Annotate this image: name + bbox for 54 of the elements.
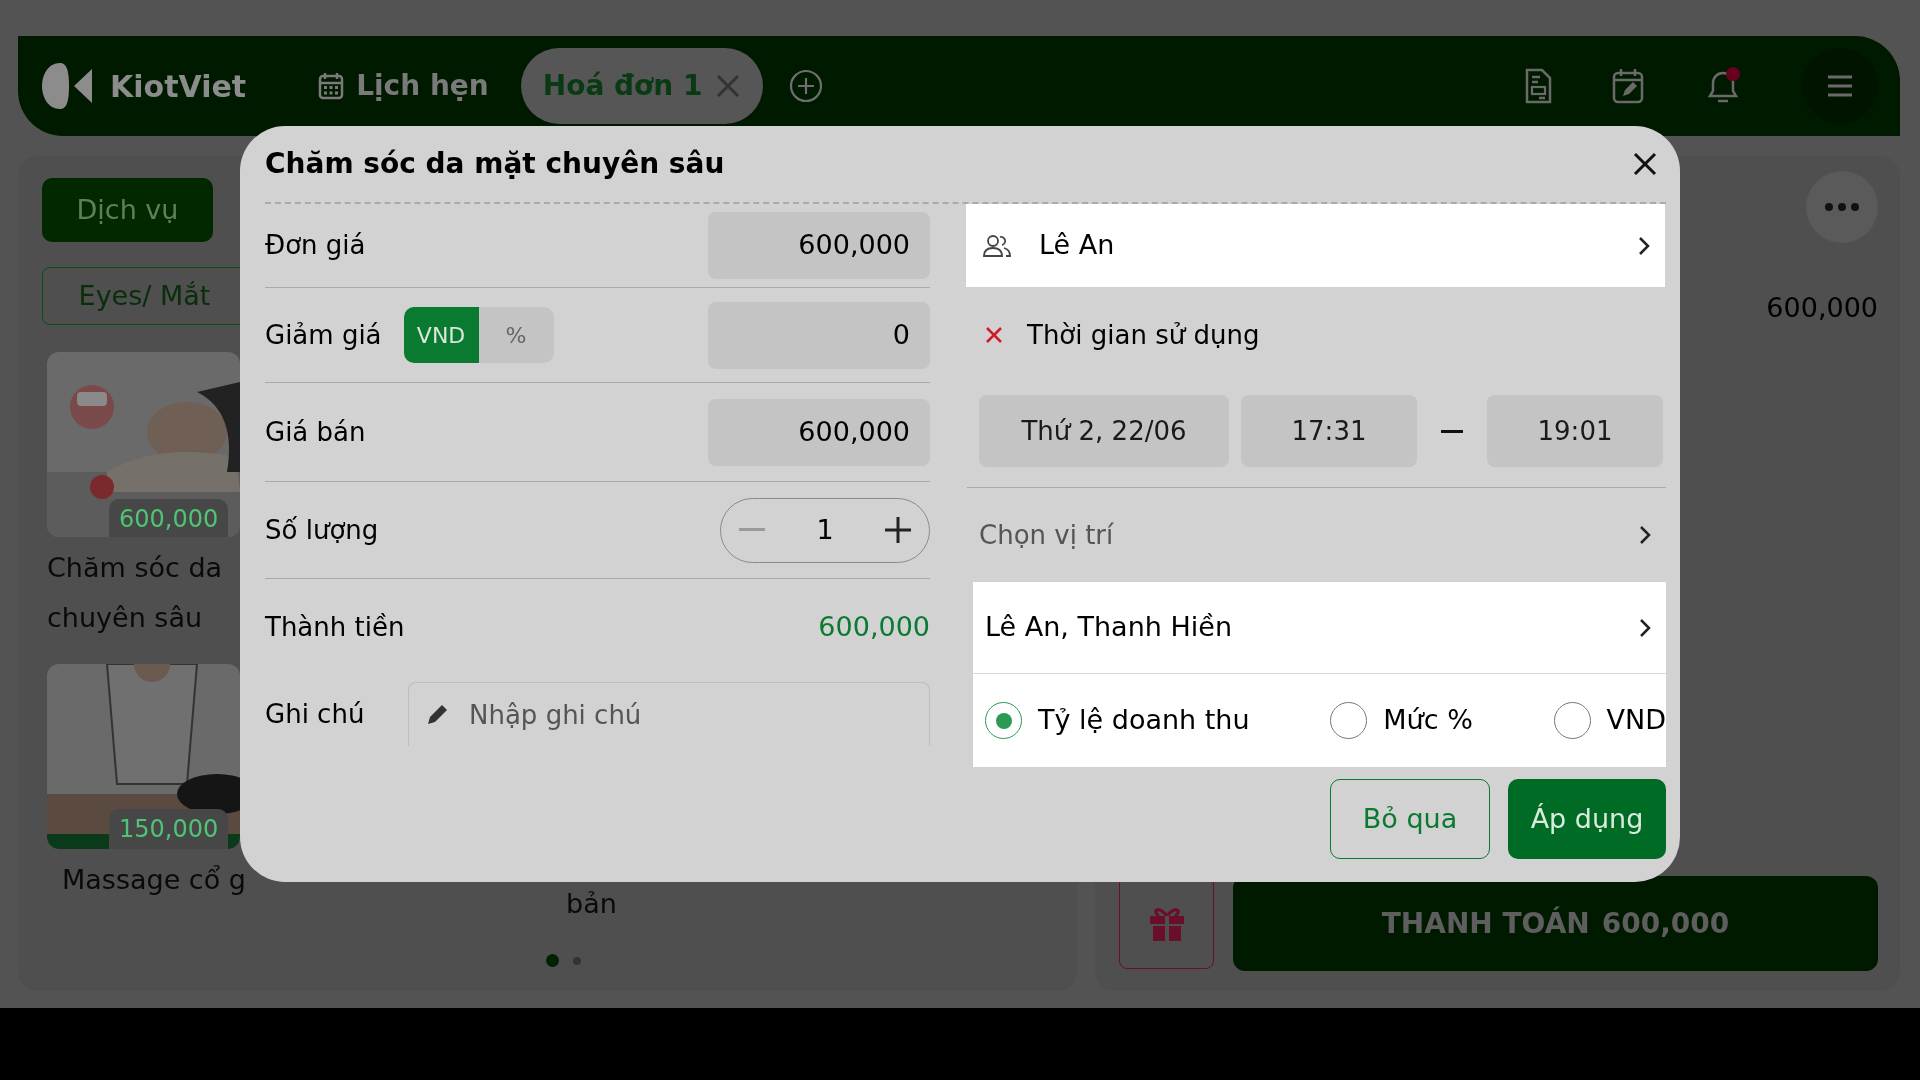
radio-label: Tỷ lệ doanh thu — [1038, 703, 1250, 738]
apply-button[interactable]: Áp dụng — [1508, 779, 1666, 859]
logo-icon — [40, 61, 94, 111]
order-total: 600,000 — [1766, 291, 1878, 325]
unit-toggle[interactable]: % — [478, 307, 554, 363]
category-tab[interactable]: Dịch vụ — [42, 178, 213, 242]
calendar-edit-icon[interactable] — [1612, 68, 1644, 104]
product-name: chuyên sâu — [47, 601, 204, 635]
total-amount: 600,000 — [818, 610, 930, 645]
logo-text: KiotViet — [110, 67, 247, 106]
field-label: Số lượng — [265, 513, 379, 547]
page-dot[interactable] — [573, 956, 581, 965]
more-icon[interactable] — [1825, 203, 1859, 211]
field-label: Ghi chú — [265, 697, 365, 731]
page-dot[interactable] — [546, 954, 559, 967]
customer-row[interactable]: Lê An — [966, 204, 1665, 287]
field-label: Thành tiền — [265, 611, 405, 644]
add-tab-icon[interactable] — [788, 69, 823, 103]
dash-line — [1441, 429, 1463, 433]
product-name: bản — [566, 887, 617, 921]
header-tab[interactable]: Lịch hẹn — [296, 48, 511, 124]
chevron-right-icon — [1638, 616, 1652, 639]
radio-label: Mức % — [1383, 703, 1473, 738]
plus-icon[interactable] — [885, 517, 911, 543]
calendar-icon — [318, 72, 345, 100]
quantity-value: 1 — [816, 512, 834, 547]
radio-label: VND — [1606, 703, 1666, 738]
staff-select[interactable]: Lê An, Thanh Hiền — [973, 582, 1666, 674]
time-field[interactable]: 19:01 — [1487, 395, 1663, 467]
product-name: Chăm sóc da — [47, 551, 224, 585]
field-label: Giảm giá — [265, 318, 382, 352]
cancel-button[interactable]: Bỏ qua — [1330, 779, 1490, 859]
price-field[interactable]: 600,000 — [708, 212, 930, 279]
discount-field[interactable]: 0 — [708, 301, 930, 369]
note-field[interactable]: Nhập ghi chú — [408, 682, 930, 746]
close-icon[interactable] — [1632, 151, 1658, 177]
chevron-right-icon — [1637, 234, 1651, 257]
dialog-title: Chăm sóc da mặt chuyên sâu — [265, 147, 725, 181]
location-select[interactable]: Chọn vị trí — [967, 488, 1666, 582]
price-field[interactable]: 600,000 — [708, 398, 930, 466]
chevron-right-icon — [1638, 524, 1652, 546]
field-label: Giá bán — [265, 415, 366, 449]
price-tag: 600,000 — [109, 499, 229, 537]
checkout-button[interactable]: THANH TOÁN 600,000 — [1233, 876, 1878, 971]
price-tag: 150,000 — [109, 809, 229, 849]
people-icon — [983, 233, 1011, 258]
document-icon[interactable] — [1524, 68, 1552, 104]
date-field[interactable]: Thứ 2, 22/06 — [979, 395, 1229, 467]
menu-icon[interactable] — [1826, 74, 1854, 98]
unit-toggle[interactable]: VND — [403, 307, 479, 363]
time-field[interactable]: 17:31 — [1241, 395, 1417, 467]
pencil-icon — [426, 702, 450, 726]
section-label: Thời gian sử dụng — [1027, 318, 1260, 352]
field-label: Đơn giá — [265, 229, 366, 262]
